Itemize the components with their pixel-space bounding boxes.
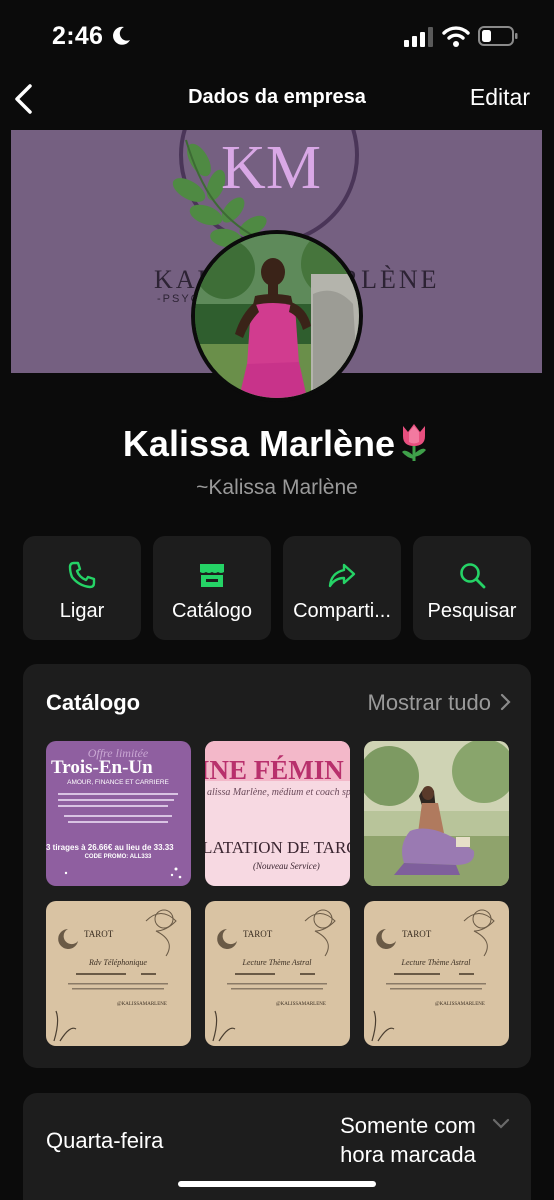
svg-text:Trois-En-Un: Trois-En-Un: [51, 757, 153, 778]
phone-icon: [68, 561, 96, 589]
share-label: Comparti...: [293, 600, 391, 622]
catalog-item-image: INE FÉMIN alissa Marlène, médium et coac…: [205, 741, 350, 886]
svg-text:TAROT: TAROT: [243, 929, 273, 939]
avatar-photo: [195, 234, 359, 398]
svg-text:INE FÉMIN: INE FÉMIN: [205, 755, 344, 785]
svg-text:TAROT: TAROT: [402, 929, 432, 939]
profile-avatar[interactable]: [191, 230, 363, 402]
svg-text:@KALISSAMARLENE: @KALISSAMARLENE: [276, 1002, 326, 1007]
catalog-item[interactable]: INE FÉMIN alissa Marlène, médium et coac…: [205, 741, 350, 886]
call-button[interactable]: Ligar: [23, 536, 141, 640]
catalog-item-image: [364, 741, 509, 886]
battery-icon: [478, 26, 518, 46]
svg-text:TAROT: TAROT: [84, 929, 114, 939]
nav-bar: Dados da empresa Editar: [0, 74, 554, 126]
catalog-item[interactable]: TAROT Lecture Thème Astral @KALISSAMARLE…: [205, 901, 350, 1046]
catalog-button[interactable]: Catálogo: [153, 536, 271, 640]
svg-text:AMOUR, FINANCE ET CARRIERE: AMOUR, FINANCE ET CARRIERE: [67, 779, 169, 786]
hours-day: Quarta-feira: [46, 1128, 164, 1153]
cover-monogram: KM: [221, 134, 321, 202]
call-label: Ligar: [59, 600, 105, 622]
share-icon: [328, 563, 356, 588]
svg-text:@KALISSAMARLENE: @KALISSAMARLENE: [117, 1002, 167, 1007]
svg-text:Lecture Thème Astral: Lecture Thème Astral: [242, 958, 313, 967]
chevron-down-icon: [492, 1118, 510, 1129]
catalog-title: Catálogo: [46, 690, 141, 715]
svg-text:alissa Marlène, médium et coac: alissa Marlène, médium et coach spi: [207, 787, 350, 798]
hours-status-line: Somente com: [340, 1113, 476, 1138]
svg-text:CODE PROMO: ALL333: CODE PROMO: ALL333: [85, 854, 152, 860]
profile-name-row: Kalissa Marlène: [0, 422, 554, 465]
edit-button[interactable]: Editar: [470, 84, 530, 111]
chevron-right-icon: [500, 693, 511, 711]
catalog-item[interactable]: Offre limitée Trois-En-Un AMOUR, FINANCE…: [46, 741, 191, 886]
svg-text:Lecture Thème Astral: Lecture Thème Astral: [401, 958, 472, 967]
show-all-label: Mostrar tudo: [367, 690, 492, 715]
svg-text:@KALISSAMARLENE: @KALISSAMARLENE: [435, 1002, 485, 1007]
catalog-item[interactable]: TAROT Lecture Thème Astral @KALISSAMARLE…: [364, 901, 509, 1046]
svg-text:3 tirages à 26.66€ au lieu de: 3 tirages à 26.66€ au lieu de 33.33: [46, 843, 174, 852]
svg-text:(Nouveau Service): (Nouveau Service): [253, 861, 320, 871]
svg-text:Rdv Téléphonique: Rdv Téléphonique: [88, 958, 147, 967]
wifi-icon: [442, 26, 470, 47]
action-buttons: Ligar Catálogo Comparti... Pesquisar: [23, 536, 531, 640]
signal-icon: [404, 27, 433, 47]
catalog-item[interactable]: [364, 741, 509, 886]
hours-status: Somente com hora marcada: [323, 1111, 493, 1169]
catalog-section: Catálogo Mostrar tudo Offre limitée Troi…: [23, 664, 531, 1068]
svg-text:LATATION DE TARO: LATATION DE TARO: [205, 838, 350, 857]
status-time: 2:46: [52, 22, 104, 50]
catalog-item[interactable]: TAROT Rdv Téléphonique @KALISSAMARLENE: [46, 901, 191, 1046]
tulip-icon: [402, 424, 427, 461]
hours-status-line: hora marcada: [340, 1142, 476, 1167]
search-icon: [460, 563, 486, 589]
catalog-item-image: TAROT Lecture Thème Astral @KALISSAMARLE…: [364, 901, 509, 1046]
share-button[interactable]: Comparti...: [283, 536, 401, 640]
catalog-item-image: TAROT Rdv Téléphonique @KALISSAMARLENE: [46, 901, 191, 1046]
profile-name: Kalissa Marlène: [122, 423, 396, 464]
status-bar: 2:46: [0, 0, 554, 74]
storefront-icon: [200, 564, 224, 587]
catalog-item-image: Offre limitée Trois-En-Un AMOUR, FINANCE…: [46, 741, 191, 886]
profile-handle: ~Kalissa Marlène: [196, 476, 358, 499]
business-profile-screen: 2:46 Dados da empresa Editar KM MARLÈNE …: [0, 0, 554, 1200]
search-button[interactable]: Pesquisar: [413, 536, 531, 640]
show-all-link[interactable]: Mostrar tudo: [368, 690, 512, 716]
catalog-item-image: TAROT Lecture Thème Astral @KALISSAMARLE…: [205, 901, 350, 1046]
search-label: Pesquisar: [427, 600, 517, 622]
moon-icon: [113, 26, 130, 45]
catalog-label: Catálogo: [171, 600, 253, 622]
home-indicator[interactable]: [178, 1181, 376, 1187]
